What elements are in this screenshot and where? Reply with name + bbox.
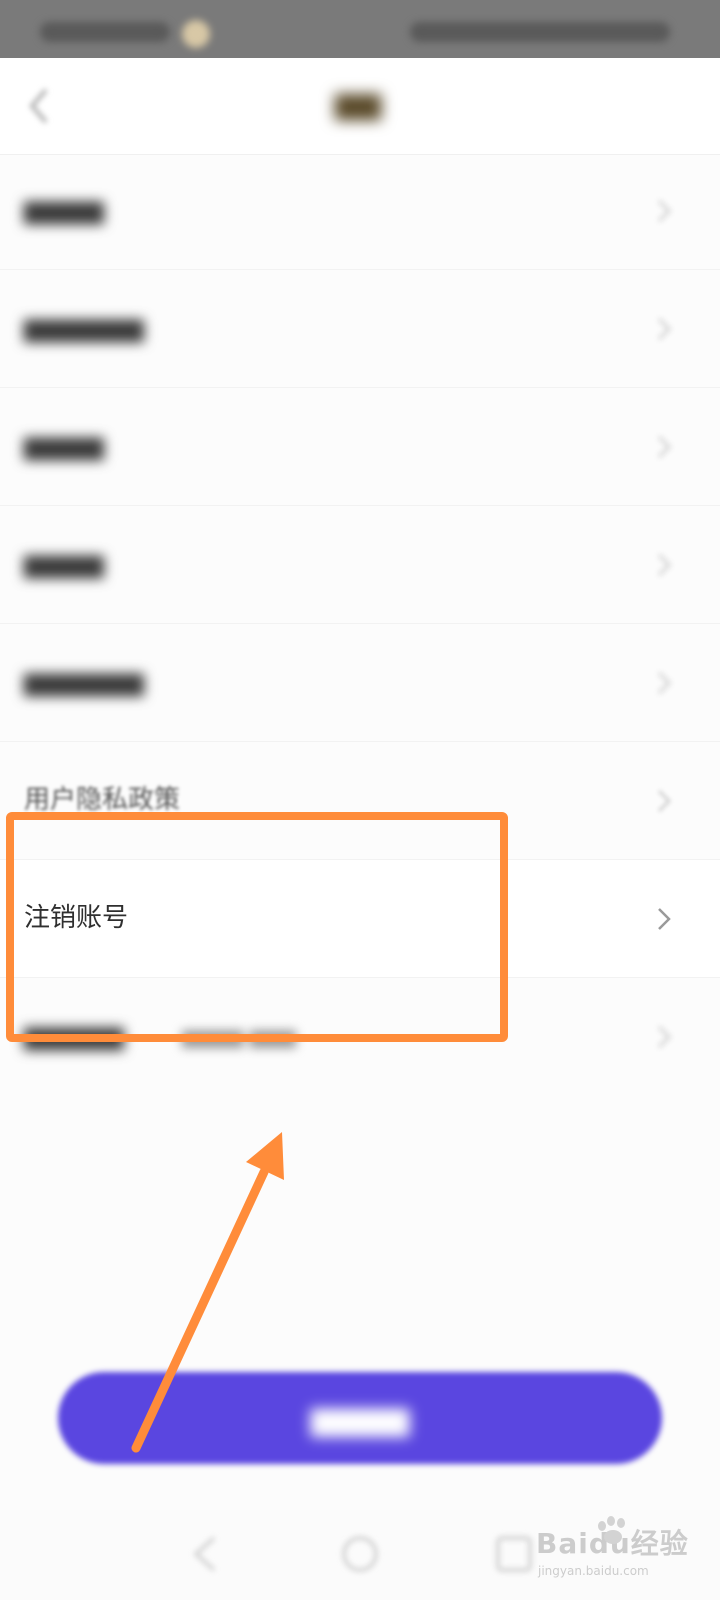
nav-recents-icon[interactable]	[492, 1532, 536, 1576]
settings-header: ▆▆	[0, 58, 720, 155]
logout-button[interactable]: ▆▆▆▆	[58, 1372, 662, 1464]
chevron-right-icon	[657, 435, 672, 459]
baidu-jingyan-watermark: Baidu经验 jingyan.baidu.com	[536, 1516, 706, 1584]
chevron-right-icon	[658, 908, 671, 930]
chevron-right-icon	[657, 317, 672, 341]
settings-row-privacy-policy[interactable]: 用户隐私政策	[0, 742, 720, 860]
status-time-blur	[40, 22, 170, 42]
settings-row-3[interactable]: ▆▆▆▆	[0, 388, 720, 506]
chevron-right-icon	[657, 1025, 672, 1049]
chevron-right-icon	[657, 553, 672, 577]
settings-row-sub-blurred: ▆▆▆▆ ▆▆▆	[182, 1024, 297, 1048]
nav-back-icon[interactable]	[184, 1532, 228, 1576]
status-bar	[0, 0, 720, 58]
settings-row-deactivate-account[interactable]: 注销账号	[0, 860, 720, 978]
settings-row-2[interactable]: ▆▆▆▆▆▆	[0, 270, 720, 388]
settings-row-4[interactable]: ▆▆▆▆	[0, 506, 720, 624]
status-icons-blur	[410, 22, 670, 42]
settings-row-8[interactable]: ▆▆▆▆▆ ▆▆▆▆ ▆▆▆	[0, 978, 720, 1095]
settings-row-label-blurred: ▆▆▆▆	[24, 195, 104, 225]
nav-home-icon[interactable]	[338, 1532, 382, 1576]
watermark-url: jingyan.baidu.com	[538, 1564, 649, 1578]
baidu-paw-icon	[598, 1516, 625, 1544]
arrowhead-icon	[246, 1132, 284, 1180]
privacy-policy-label: 用户隐私政策	[24, 785, 181, 815]
settings-list: ▆▆▆▆ ▆▆▆▆▆▆ ▆▆▆▆ ▆▆▆▆ ▆▆▆▆▆▆ 用户隐私政策 注销账号…	[0, 152, 720, 1095]
chevron-right-icon	[657, 199, 672, 223]
status-notification-icon	[182, 20, 210, 48]
page-title-blurred: ▆▆	[334, 86, 382, 121]
settings-row-5[interactable]: ▆▆▆▆▆▆	[0, 624, 720, 742]
chevron-right-icon	[657, 789, 672, 813]
back-arrow-icon[interactable]	[20, 84, 60, 128]
settings-row-label-blurred: ▆▆▆▆	[24, 549, 104, 579]
settings-row-label-blurred: ▆▆▆▆▆▆	[24, 667, 144, 697]
settings-row-label-blurred: ▆▆▆▆	[24, 431, 104, 461]
settings-row-label-blurred: ▆▆▆▆▆▆	[24, 313, 144, 343]
settings-row-label-blurred: ▆▆▆▆▆	[24, 1021, 124, 1051]
deactivate-account-label: 注销账号	[24, 903, 129, 933]
chevron-right-icon	[657, 671, 672, 695]
logout-button-label-blurred: ▆▆▆▆	[310, 1399, 410, 1437]
settings-row-1[interactable]: ▆▆▆▆	[0, 152, 720, 270]
